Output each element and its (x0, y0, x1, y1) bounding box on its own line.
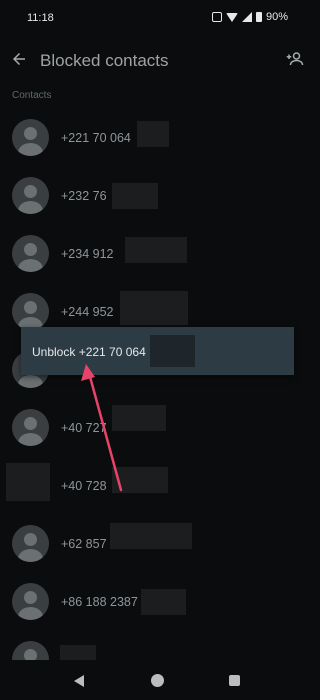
redacted-block (112, 183, 158, 209)
contact-row[interactable]: +40 728 (0, 463, 315, 521)
nav-back-icon[interactable] (74, 675, 84, 687)
redacted-block (120, 291, 188, 325)
contact-number: +86 188 2387 (61, 595, 138, 609)
contact-number: +40 728 (61, 479, 107, 493)
back-arrow-icon[interactable] (10, 50, 28, 68)
contact-number: +244 952 (61, 305, 114, 319)
redacted-block (150, 335, 195, 367)
unblock-menu-item[interactable]: Unblock +221 70 064 (32, 345, 146, 359)
signal-icon (241, 12, 252, 22)
status-time: 11:18 (27, 12, 54, 24)
contact-row[interactable]: +86 188 2387 (0, 579, 315, 637)
avatar-icon (12, 293, 49, 330)
redacted-block (110, 523, 192, 549)
contact-row[interactable]: +40 727 (0, 405, 315, 463)
add-contact-icon[interactable] (285, 50, 305, 68)
avatar-icon (12, 583, 49, 620)
vibrate-icon (211, 12, 222, 22)
contact-list: +221 70 064 +232 76 +234 912 +244 952 +4… (0, 115, 315, 695)
unblock-popup: Unblock +221 70 064 (21, 327, 294, 375)
nav-home-icon[interactable] (151, 674, 164, 687)
contact-number: +40 727 (61, 421, 107, 435)
app-bar: Blocked contacts (0, 38, 315, 84)
status-icons: 90% (211, 11, 288, 23)
redacted-block (112, 467, 168, 493)
contact-row[interactable]: +221 70 064 (0, 115, 315, 173)
contact-row[interactable]: +232 76 (0, 173, 315, 231)
battery-icon (255, 12, 262, 22)
redacted-block (141, 589, 186, 615)
contact-number: +234 912 (61, 247, 114, 261)
redacted-block (6, 463, 50, 501)
redacted-block (112, 405, 166, 431)
avatar-icon (12, 409, 49, 446)
avatar-icon (12, 119, 49, 156)
navigation-bar (0, 660, 315, 700)
redacted-block (137, 121, 169, 147)
redacted-block (125, 237, 187, 263)
status-bar: 11:18 90% (0, 0, 315, 38)
wifi-icon (225, 12, 238, 22)
nav-recents-icon[interactable] (229, 675, 240, 686)
battery-level: 90% (265, 11, 288, 23)
avatar-icon (12, 525, 49, 562)
contact-row[interactable]: +62 857 (0, 521, 315, 579)
contact-number: +232 76 (61, 189, 107, 203)
avatar-icon (12, 235, 49, 272)
contact-row[interactable]: +234 912 (0, 231, 315, 289)
section-label: Contacts (12, 90, 52, 101)
contact-number: +221 70 064 (61, 131, 131, 145)
avatar-icon (12, 177, 49, 214)
page-title: Blocked contacts (40, 51, 169, 70)
contact-number: +62 857 (61, 537, 107, 551)
